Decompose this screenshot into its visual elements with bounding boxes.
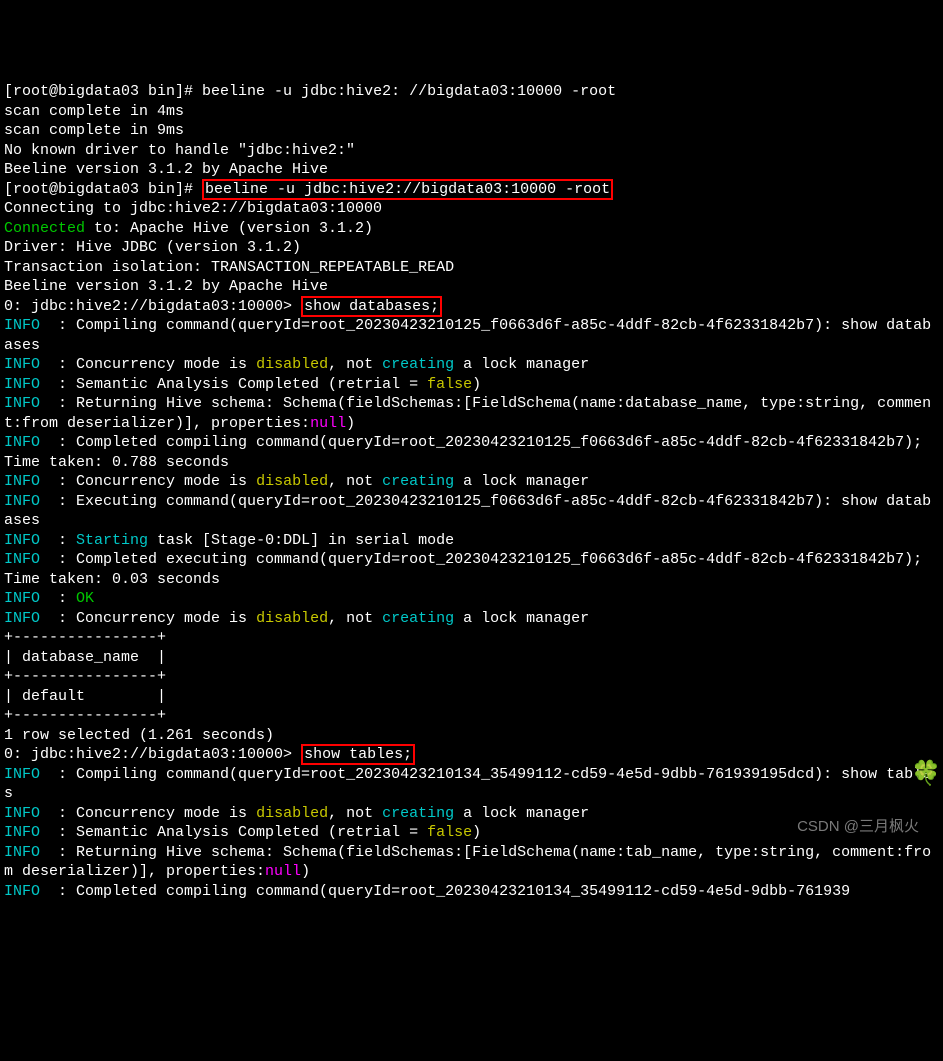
output-line: : Concurrency mode is [49,473,256,490]
log-level-info: INFO [4,844,49,861]
output-line: Transaction isolation: TRANSACTION_REPEA… [4,259,454,276]
keyword-null: null [265,863,301,880]
table-separator: +----------------+ [4,707,166,724]
keyword-false: false [427,376,472,393]
output-line: Beeline version 3.1.2 by Apache Hive [4,161,328,178]
terminal-output: [root@bigdata03 bin]# beeline -u jdbc:hi… [4,82,939,901]
output-line: : Semantic Analysis Completed (retrial = [49,824,427,841]
log-level-info: INFO [4,473,49,490]
output-line: Connecting to jdbc:hive2://bigdata03:100… [4,200,382,217]
keyword-creating: creating [382,356,454,373]
output-line: : Concurrency mode is [49,356,256,373]
output-line: ) [301,863,310,880]
output-line: : Completed executing command(queryId=ro… [4,551,931,588]
output-line: ) [472,824,481,841]
highlighted-command: beeline -u jdbc:hive2://bigdata03:10000 … [202,179,613,200]
output-line: : Concurrency mode is [49,805,256,822]
keyword-false: false [427,824,472,841]
log-level-info: INFO [4,805,49,822]
shell-prompt: [root@bigdata03 bin]# [4,83,202,100]
keyword-starting: Starting [76,532,148,549]
log-level-info: INFO [4,824,49,841]
highlighted-command: show databases; [301,296,442,317]
table-separator: +----------------+ [4,629,166,646]
watermark-text: CSDN @三月枫火 [797,817,919,837]
output-line: : Compiling command(queryId=root_2023042… [4,317,931,354]
log-level-info: INFO [4,395,49,412]
output-line: 1 row selected (1.261 seconds) [4,727,274,744]
beeline-prompt: 0: jdbc:hive2://bigdata03:10000> [4,746,301,763]
table-row: | default | [4,688,166,705]
keyword-creating: creating [382,473,454,490]
output-line: a lock manager [454,610,589,627]
output-line: No known driver to handle "jdbc:hive2:" [4,142,355,159]
output-line: : Semantic Analysis Completed (retrial = [49,376,427,393]
log-level-info: INFO [4,883,49,900]
log-level-info: INFO [4,493,49,510]
output-line: task [Stage-0:DDL] in serial mode [148,532,454,549]
output-line: , not [328,356,382,373]
output-line: ) [346,415,355,432]
output-line: , not [328,473,382,490]
output-line: scan complete in 4ms [4,103,184,120]
output-line: : Concurrency mode is [49,610,256,627]
output-line: Driver: Hive JDBC (version 3.1.2) [4,239,301,256]
clover-icon: 🍀 [911,760,941,791]
output-line: , not [328,805,382,822]
output-line: Beeline version 3.1.2 by Apache Hive [4,278,328,295]
log-level-info: INFO [4,766,49,783]
keyword-disabled: disabled [256,610,328,627]
log-level-info: INFO [4,610,49,627]
keyword-disabled: disabled [256,805,328,822]
log-level-info: INFO [4,376,49,393]
keyword-disabled: disabled [256,356,328,373]
output-line: scan complete in 9ms [4,122,184,139]
output-line: : Compiling command(queryId=root_2023042… [4,766,931,803]
output-line: : [49,590,76,607]
output-line: : [49,532,76,549]
command-text: beeline -u jdbc:hive2: //bigdata03:10000… [202,83,616,100]
shell-prompt: [root@bigdata03 bin]# [4,181,202,198]
log-level-info: INFO [4,356,49,373]
keyword-null: null [310,415,346,432]
log-level-info: INFO [4,590,49,607]
log-level-info: INFO [4,317,49,334]
log-level-info: INFO [4,532,49,549]
output-line: a lock manager [454,805,589,822]
output-line: : Returning Hive schema: Schema(fieldSch… [4,395,931,432]
status-connected: Connected [4,220,85,237]
output-line: a lock manager [454,473,589,490]
output-line: to: Apache Hive (version 3.1.2) [85,220,373,237]
keyword-creating: creating [382,805,454,822]
status-ok: OK [76,590,94,607]
highlighted-command: show tables; [301,744,415,765]
table-header: | database_name | [4,649,166,666]
table-separator: +----------------+ [4,668,166,685]
output-line: : Completed compiling command(queryId=ro… [49,883,850,900]
beeline-prompt: 0: jdbc:hive2://bigdata03:10000> [4,298,301,315]
log-level-info: INFO [4,434,49,451]
keyword-creating: creating [382,610,454,627]
keyword-disabled: disabled [256,473,328,490]
output-line: , not [328,610,382,627]
log-level-info: INFO [4,551,49,568]
output-line: : Completed compiling command(queryId=ro… [4,434,931,471]
output-line: : Returning Hive schema: Schema(fieldSch… [4,844,931,881]
output-line: ) [472,376,481,393]
output-line: a lock manager [454,356,589,373]
output-line: : Executing command(queryId=root_2023042… [4,493,931,530]
